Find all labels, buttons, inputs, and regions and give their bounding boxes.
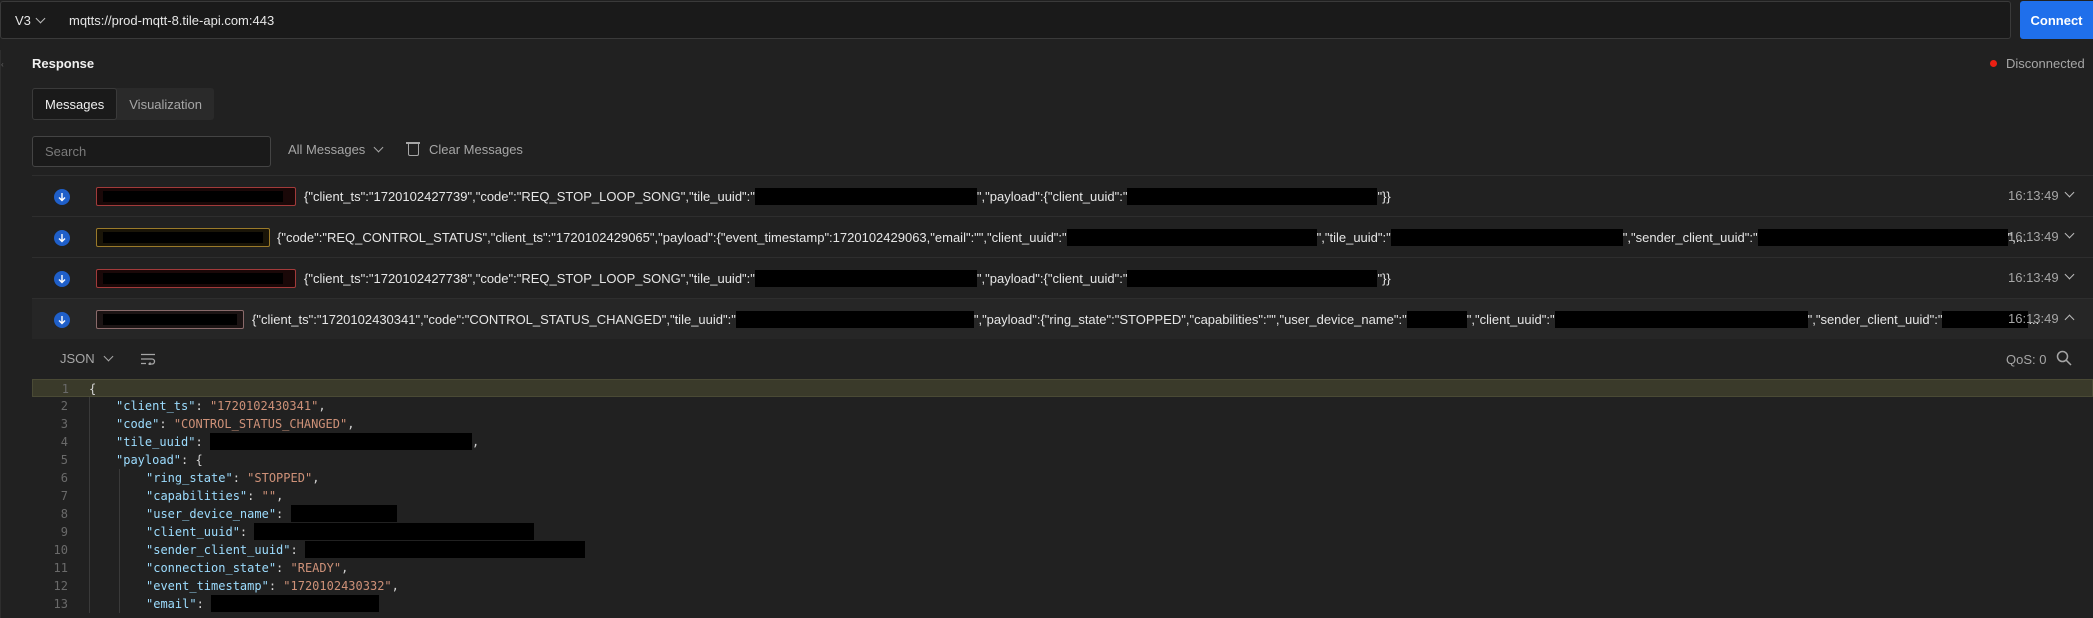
json-code-viewer[interactable]: 1 { 2 "client_ts": "1720102430341", 3 "c… [32,379,2093,618]
chevron-down-icon [35,13,46,23]
chevron-up-icon[interactable] [2064,314,2075,325]
message-detail-toolbar: JSON QoS: 0 [32,339,2093,379]
sidebar-divider [0,50,1,618]
chevron-down-icon [103,351,114,362]
message-row[interactable]: {"client_ts":"1720102427739","code":"REQ… [32,175,2093,216]
code-line: 5 "payload": { [60,451,203,469]
status-text: Disconnected [2006,56,2085,71]
clear-messages-button[interactable]: Clear Messages [406,142,523,157]
message-time: 16:13:49 [2008,311,2059,326]
message-payload: {"client_ts":"1720102427738","code":"REQ… [304,270,1391,287]
code-line: 12 "event_timestamp": "1720102430332", [53,577,399,595]
response-title: Response [32,56,95,71]
message-row[interactable]: {"client_ts":"1720102427738","code":"REQ… [32,257,2093,298]
code-line: 2 "client_ts": "1720102430341", [60,397,326,415]
topic-badge [96,269,296,288]
message-time: 16:13:49 [2008,188,2059,203]
message-list: {"client_ts":"1720102427739","code":"REQ… [32,175,2093,339]
status-dot-icon [1990,60,1997,67]
message-payload: {"code":"REQ_CONTROL_STATUS","client_ts"… [277,229,2027,246]
qos-label: QoS: 0 [2006,352,2047,367]
filter-label: All Messages [288,142,366,157]
connect-button[interactable]: Connect [2020,1,2093,39]
code-line: 10 "sender_client_uuid": [32,541,2093,559]
code-line: 8 "user_device_name": [32,505,2093,523]
code-line: 6 "ring_state": "STOPPED", [60,469,320,487]
format-label: JSON [60,351,95,366]
incoming-arrow-icon [54,312,70,328]
code-line: 13 "email": [32,595,2093,613]
collapse-handle-icon[interactable]: ‹ [1,60,5,69]
version-label: V3 [15,12,31,28]
incoming-arrow-icon [54,189,70,205]
chevron-down-icon[interactable] [2064,228,2075,239]
code-line: 3 "code": "CONTROL_STATUS_CHANGED", [60,415,355,433]
chevron-down-icon[interactable] [2064,269,2075,280]
message-row[interactable]: {"code":"REQ_CONTROL_STATUS","client_ts"… [32,216,2093,257]
code-line: 7 "capabilities": "", [60,487,284,505]
message-row-expanded[interactable]: {"client_ts":"1720102430341","code":"CON… [32,298,2093,339]
search-input[interactable] [32,136,271,167]
message-payload: {"client_ts":"1720102427739","code":"REQ… [304,188,1391,205]
response-tabs: Messages Visualization [32,88,215,120]
code-line: 1 { [32,379,2093,397]
topic-badge [96,228,270,247]
tab-visualization[interactable]: Visualization [117,88,214,120]
url-field[interactable]: mqtts://prod-mqtt-8.tile-api.com:443 [57,13,274,28]
format-dropdown[interactable]: JSON [60,351,114,366]
code-line: 9 "client_uuid": [32,523,2093,541]
code-line: 4 "tile_uuid": , [60,433,480,451]
chevron-down-icon [373,142,384,153]
incoming-arrow-icon [54,271,70,287]
url-input-box[interactable]: V3 mqtts://prod-mqtt-8.tile-api.com:443 [0,1,2011,39]
message-payload: {"client_ts":"1720102430341","code":"CON… [252,311,2040,328]
topic-badge [96,187,296,206]
word-wrap-icon[interactable] [140,353,156,365]
clear-label: Clear Messages [429,142,523,157]
connection-bar: V3 mqtts://prod-mqtt-8.tile-api.com:443 … [0,0,2093,40]
chevron-down-icon[interactable] [2064,187,2075,198]
message-filter-dropdown[interactable]: All Messages [288,142,384,157]
tab-messages[interactable]: Messages [32,88,118,120]
incoming-arrow-icon [54,230,70,246]
message-time: 16:13:49 [2008,229,2059,244]
trash-icon [406,142,420,156]
connection-status: Disconnected [1990,56,2085,71]
version-dropdown[interactable]: V3 [1,2,57,38]
message-time: 16:13:49 [2008,270,2059,285]
code-line: 11 "connection_state": "READY", [53,559,349,577]
topic-badge [96,310,244,329]
search-icon[interactable] [2056,350,2072,366]
